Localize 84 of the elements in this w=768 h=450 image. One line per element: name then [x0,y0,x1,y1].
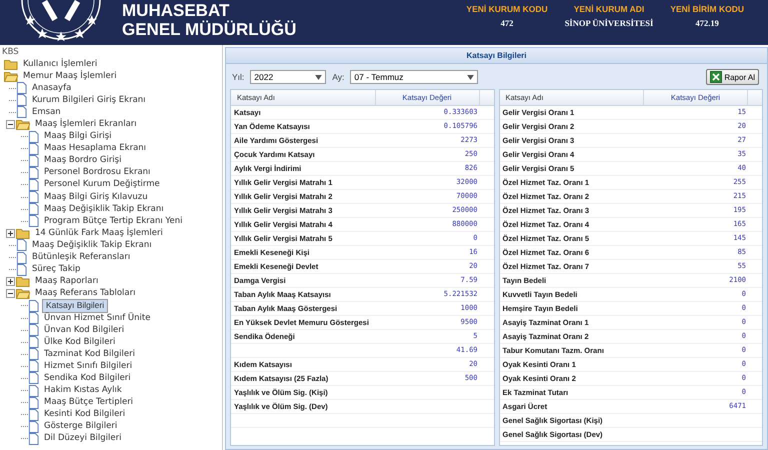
collapse-icon[interactable] [6,120,16,130]
tree-item[interactable]: Memur Maaş İşlemleri [21,70,119,82]
year-select[interactable]: 2022 [250,70,326,84]
tree-item[interactable]: Maaş Bütçe Tertipleri [42,397,136,408]
tree-item[interactable]: Kurum Bilgileri Giriş Ekranı [30,94,148,106]
document-icon [28,348,39,360]
document-icon [28,384,39,397]
report-button[interactable]: Rapor Al [706,69,759,85]
tree-item[interactable]: Program Bütçe Tertip Ekranı Yeni [42,216,184,227]
tree-root: KBS [2,47,20,58]
tree-item[interactable]: Personel Bordrosu Ekranı [42,167,152,178]
tree-item[interactable]: Anasayfa [30,82,74,94]
tree-item[interactable]: Katsayı Bilgileri [42,298,108,313]
tree-item[interactable]: Maaş İşlemleri Ekranları [33,119,139,130]
folder-icon [16,288,30,300]
tree-item[interactable]: Maaş Bilgi Giriş Kılavuzu [42,192,150,203]
document-icon [28,396,39,409]
document-icon [28,191,39,204]
document-icon [28,336,39,348]
document-icon [28,408,39,421]
tree-item[interactable]: Ünvan Kod Bilgileri [42,324,126,336]
tree-item[interactable]: Hizmet Sınıfı Bilgileri [42,360,134,372]
tree-item[interactable]: Ülke Kod Bilgileri [42,336,118,348]
document-icon [16,239,27,252]
tree-item[interactable]: Gösterge Bilgileri [42,421,120,432]
document-icon [28,142,39,155]
field-label: Yıl: [232,72,244,82]
document-icon [28,312,39,324]
folder-icon [16,276,30,288]
tree-item[interactable]: 14 Günlük Fark Maaş İşlemleri [33,228,165,239]
collapse-icon[interactable] [6,289,16,298]
document-icon [28,420,39,433]
document-icon [28,130,39,143]
tree-item[interactable]: Maaş Değişiklik Takip Ekranı [30,240,154,251]
expand-icon[interactable] [6,228,16,238]
tree-item[interactable]: Bütünleşik Referansları [30,252,132,264]
tree-item[interactable]: Maaş Raporları [33,276,100,288]
tree-item[interactable]: Kullanıcı İşlemleri [21,58,100,70]
info-value: SİNOP ÜNİVERSİTESİ [564,18,654,28]
info-label: YENİ BİRİM KODU [670,4,744,14]
panel-title: Katsayı Bilgileri [226,48,767,64]
tree-item[interactable]: Sendika Kod Bilgileri [42,372,133,384]
agency-title: GENEL MÜDÜRLÜĞÜ [122,20,296,38]
info-label: YENİ KURUM KODU [466,4,548,14]
document-icon [28,215,39,228]
document-icon [28,432,39,445]
document-icon [16,82,27,94]
tree-item[interactable]: Maaş Değişiklik Takip Ekranı [42,204,166,215]
folder-icon [16,119,30,130]
tree-item[interactable]: Maaş Bilgi Girişi [42,131,114,142]
document-icon [28,154,39,167]
tree-item[interactable]: Kesinti Kod Bilgileri [42,409,128,420]
field-label: Ay: [332,72,344,82]
document-icon [28,360,39,372]
document-icon [16,252,27,264]
folder-icon [16,228,30,239]
document-icon [16,264,27,276]
document-icon [28,178,39,191]
tree-item[interactable]: Maaş Referans Tabloları [33,288,138,300]
tree-item[interactable]: Süreç Takip [30,264,82,276]
tree-item[interactable]: Emsan [30,106,63,118]
tree-item[interactable]: Hakim Kıstas Aylık [42,385,124,396]
document-icon [16,106,27,118]
month-select[interactable]: 07 - Temmuz [350,70,478,84]
tree-item[interactable]: Dil Düzeyi Bilgileri [42,433,124,444]
info-label: YENİ KURUM ADI [574,4,644,14]
spreadsheet-icon [710,71,722,83]
tree-item[interactable]: Maaş Bordro Girişi [42,155,124,166]
info-value: 472 [500,18,514,28]
tree-item[interactable]: Personel Kurum Değiştirme [42,179,162,190]
caret-icon [467,74,474,80]
agency-title: MUHASEBAT [122,0,230,20]
expand-icon[interactable] [6,277,16,286]
document-icon [28,372,39,384]
info-value: 472.19 [695,18,719,28]
document-icon [28,324,39,336]
document-icon [28,300,39,312]
caret-icon [315,74,322,80]
document-icon [16,94,27,106]
tree-item[interactable]: Maas Hesaplama Ekranı [42,143,148,154]
document-icon [28,203,39,216]
tree-item[interactable]: Tazminat Kod Bilgileri [42,348,137,360]
tree-item[interactable]: Ünvan Hizmet Sınıf Ünite [42,312,152,324]
document-icon [28,166,39,179]
